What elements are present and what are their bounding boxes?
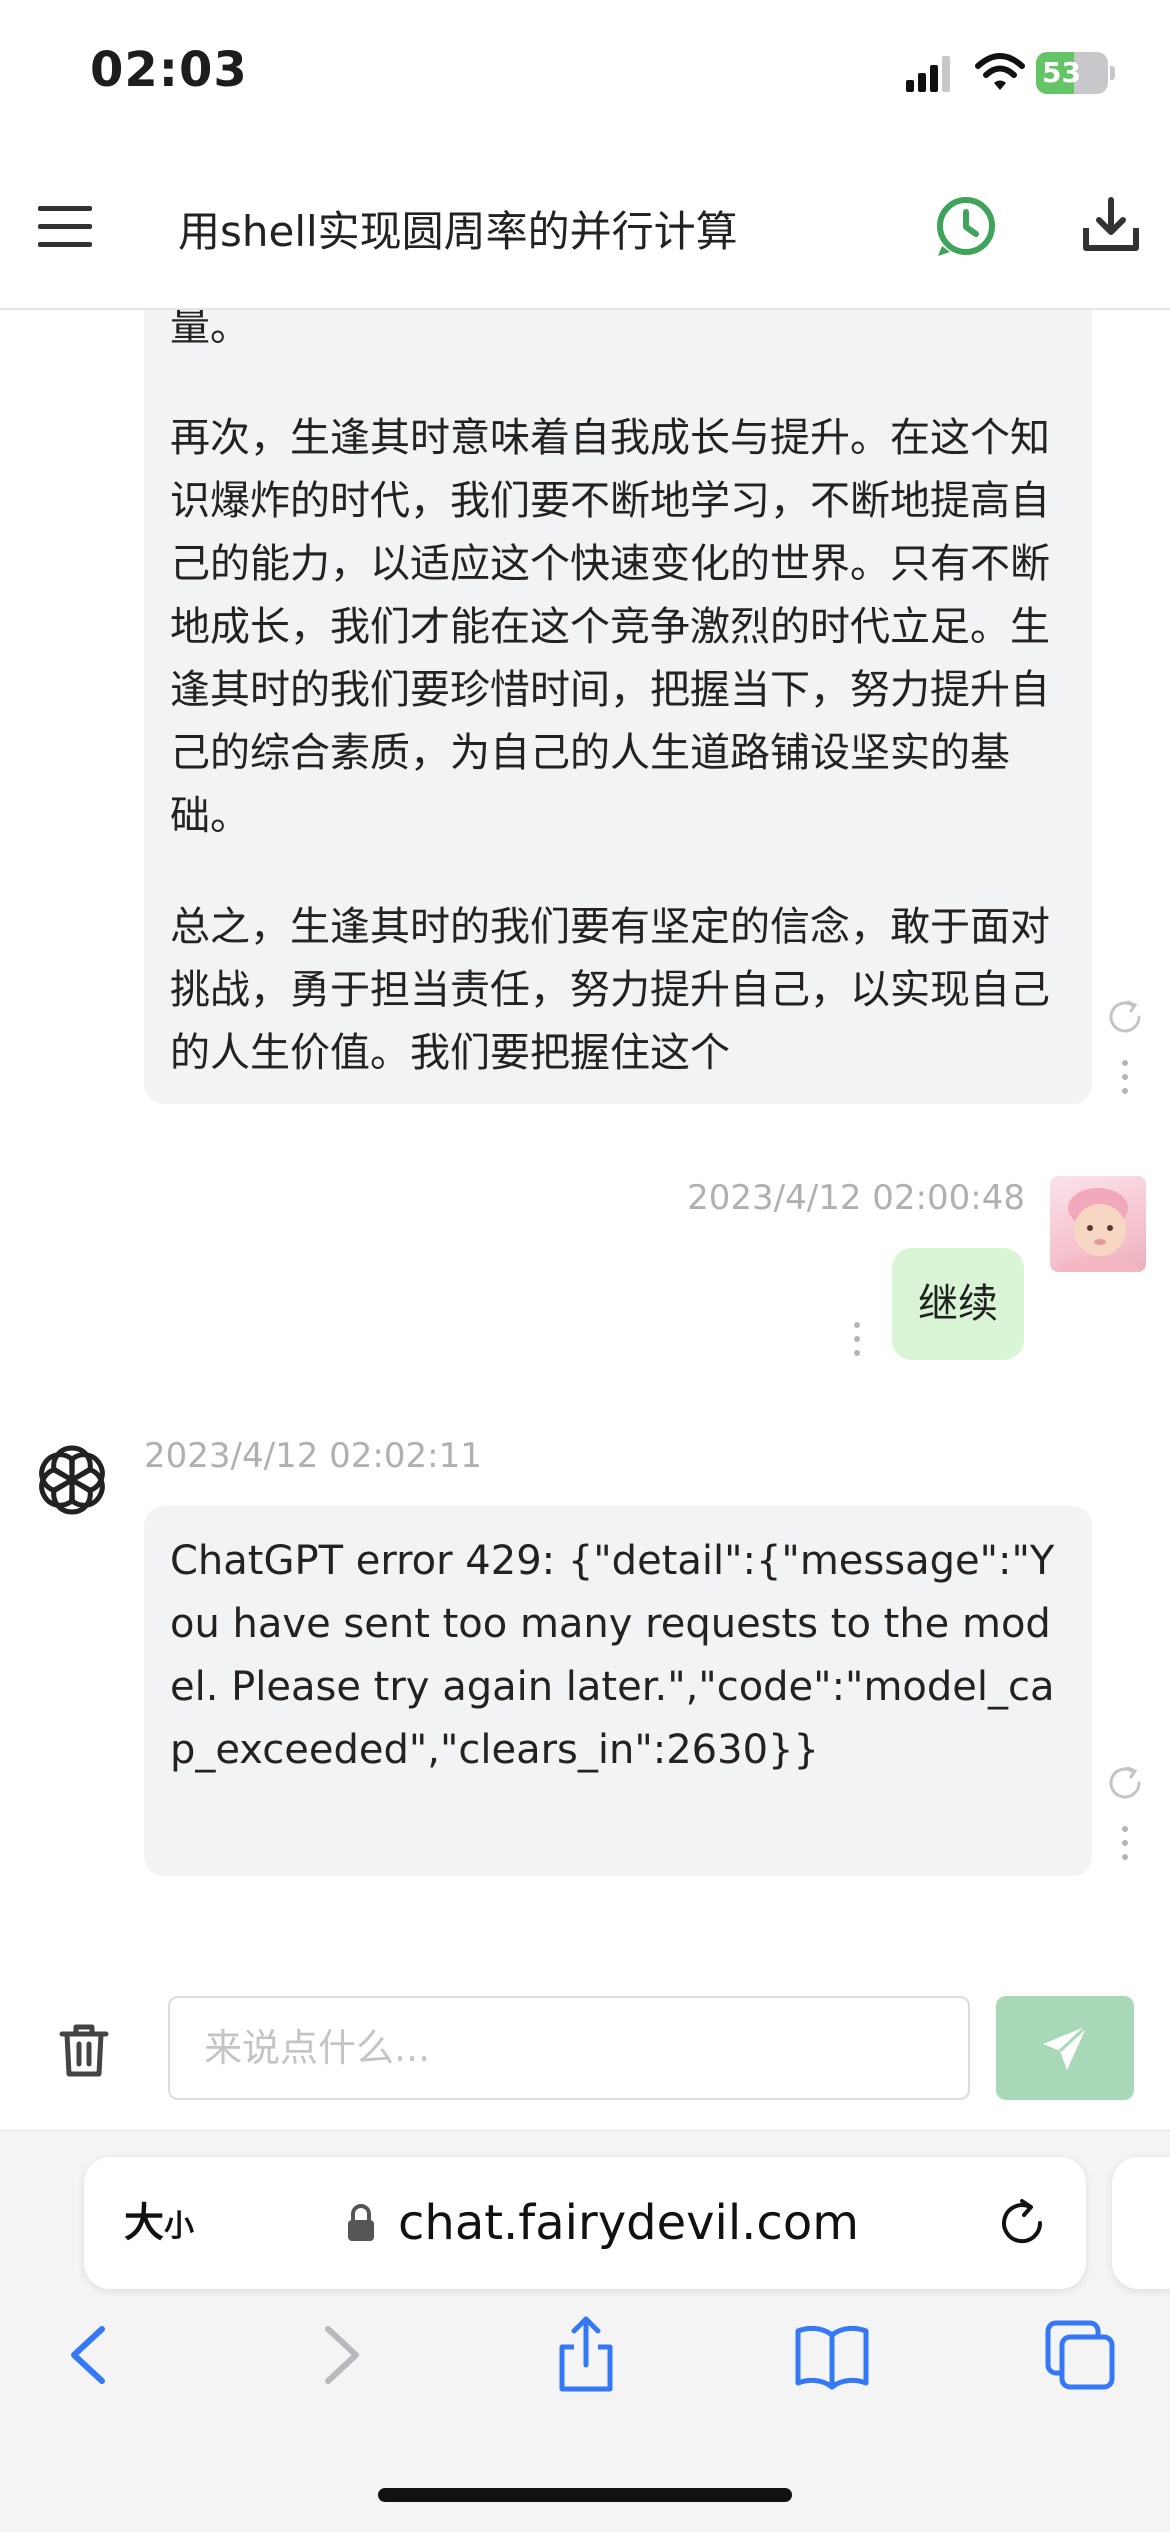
reload-icon[interactable] <box>994 2195 1050 2251</box>
message-paragraph: 总之，生逢其时的我们要有坚定的信念，敢于面对挑战，勇于担当责任，努力提升自己，以… <box>170 904 1050 1076</box>
lock-icon <box>348 2204 374 2241</box>
message-timestamp: 2023/4/12 02:02:11 <box>144 1436 482 1476</box>
message-more-icon[interactable] <box>1120 1826 1130 1866</box>
battery-icon: 53 <box>1036 52 1116 94</box>
user-avatar <box>1050 1176 1146 1272</box>
wifi-icon <box>975 53 1025 90</box>
app-header: 用shell实现圆周率的并行计算 <box>0 150 1170 310</box>
composer <box>0 1960 1170 2130</box>
chatgpt-logo-icon <box>39 1445 105 1515</box>
message-more-icon[interactable] <box>1120 1060 1130 1100</box>
download-icon[interactable] <box>1080 194 1142 256</box>
url-text: chat.fairydevil.com <box>398 2195 859 2251</box>
browser-toolbar: 大小 chat.fairydevil.com <box>0 2130 1170 2532</box>
assistant-message-bubble: ChatGPT error 429: {"detail":{"message":… <box>144 1506 1092 1876</box>
clock-history-icon[interactable] <box>934 194 998 258</box>
message-input[interactable] <box>168 1996 970 2100</box>
status-time: 02:03 <box>90 42 248 98</box>
text-size-big: 大 <box>124 2200 164 2246</box>
page-title: 用shell实现圆周率的并行计算 <box>178 207 738 256</box>
text-size-small: 小 <box>164 2209 194 2244</box>
message-more-icon[interactable] <box>852 1322 862 1362</box>
message-timestamp: 2023/4/12 02:00:48 <box>687 1178 1025 1218</box>
chat-area: 量。 再次，生逢其时意味着自我成长与提升。在这个知识爆炸的时代，我们要不断地学习… <box>0 310 1170 1960</box>
address-bar[interactable]: 大小 chat.fairydevil.com <box>84 2157 1086 2289</box>
share-icon[interactable] <box>546 2315 626 2395</box>
status-bar: 02:03 53 <box>0 0 1170 150</box>
send-button[interactable] <box>996 1996 1134 2100</box>
regenerate-icon[interactable] <box>1106 1764 1144 1802</box>
battery-level: 53 <box>1042 56 1081 89</box>
assistant-message-text: 量。 再次，生逢其时意味着自我成长与提升。在这个知识爆炸的时代，我们要不断地学习… <box>170 310 1066 1085</box>
message-paragraph: 量。 <box>170 310 250 350</box>
menu-button[interactable] <box>36 198 96 258</box>
message-paragraph: 再次，生逢其时意味着自我成长与提升。在这个知识爆炸的时代，我们要不断地学习，不断… <box>170 415 1050 839</box>
home-indicator <box>378 2488 792 2502</box>
assistant-message-bubble: 量。 再次，生逢其时意味着自我成长与提升。在这个知识爆炸的时代，我们要不断地学习… <box>144 310 1092 1104</box>
user-message-bubble: 继续 <box>892 1248 1024 1360</box>
trash-icon[interactable] <box>54 2020 114 2080</box>
chevron-right-icon[interactable] <box>300 2315 380 2395</box>
regenerate-icon[interactable] <box>1106 998 1144 1036</box>
cellular-signal-icon <box>906 56 950 92</box>
book-icon[interactable] <box>792 2315 872 2395</box>
tabs-icon[interactable] <box>1040 2315 1120 2395</box>
paper-plane-icon <box>1043 2024 1089 2070</box>
chevron-left-icon[interactable] <box>50 2315 130 2395</box>
error-message-text: ChatGPT error 429: {"detail":{"message":… <box>170 1538 1055 1773</box>
next-tab-preview[interactable] <box>1112 2157 1170 2289</box>
text-size-button[interactable]: 大小 <box>124 2195 194 2251</box>
